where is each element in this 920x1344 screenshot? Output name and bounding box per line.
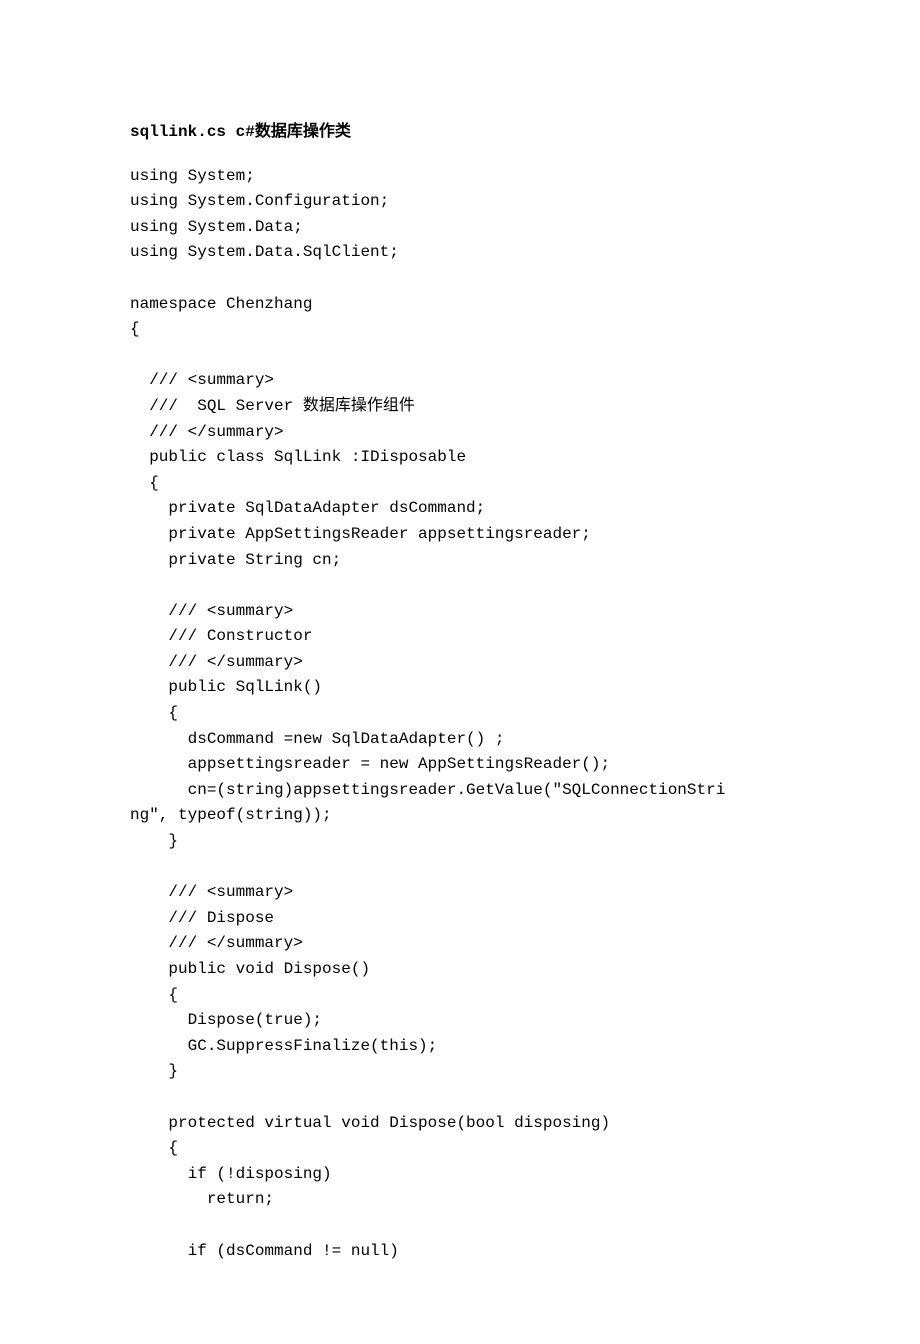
- code-block: using System; using System.Configuration…: [130, 164, 790, 1265]
- document-title: sqllink.cs c#数据库操作类: [130, 120, 790, 146]
